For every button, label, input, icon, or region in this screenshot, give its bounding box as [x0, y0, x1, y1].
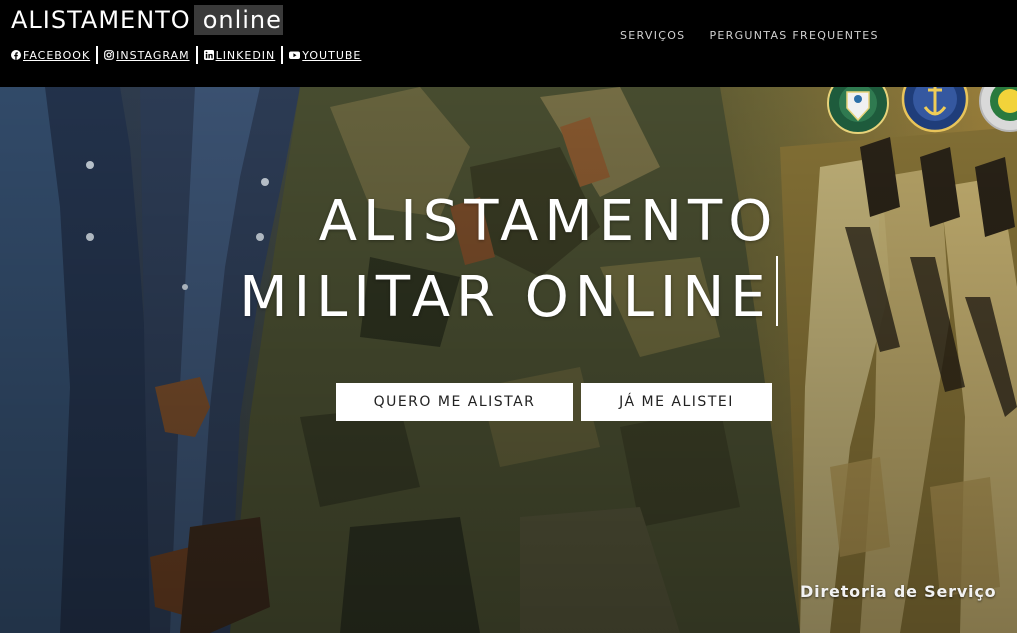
- hero-background-image: [0, 87, 1017, 633]
- youtube-link[interactable]: YOUTUBE: [289, 49, 361, 62]
- hero-title-line-1: ALISTAMENTO: [318, 189, 779, 254]
- navy-emblem-icon: [901, 87, 969, 133]
- nav-item-servicos[interactable]: SERVIÇOS: [620, 29, 685, 42]
- facebook-icon: [11, 50, 21, 60]
- hero-title-line-2: MILITAR ONLINE: [0, 256, 1017, 332]
- instagram-link[interactable]: INSTAGRAM: [104, 49, 189, 62]
- facebook-link[interactable]: FACEBOOK: [11, 49, 90, 62]
- hero-title-line-2-text: MILITAR ONLINE: [239, 265, 772, 330]
- nav-item-perguntas-frequentes[interactable]: PERGUNTAS FREQUENTES: [709, 29, 878, 42]
- top-navbar: ALISTAMENTO online FACEBOOK INSTAGRAM LIN…: [0, 0, 1017, 87]
- typing-cursor: [775, 256, 778, 326]
- main-nav: SERVIÇOS PERGUNTAS FREQUENTES: [620, 29, 879, 42]
- linkedin-label: LINKEDIN: [215, 48, 276, 62]
- instagram-icon: [104, 50, 115, 60]
- hero-section: [0, 87, 1017, 633]
- linkedin-icon: [203, 50, 214, 60]
- linkedin-link[interactable]: LINKEDIN: [203, 48, 276, 62]
- social-divider: [281, 46, 284, 64]
- youtube-icon: [289, 50, 301, 60]
- hero-title: ALISTAMENTO MILITAR ONLINE: [0, 188, 1017, 332]
- image-caption: Diretoria de Serviço: [800, 582, 997, 601]
- youtube-label: YOUTUBE: [302, 48, 362, 62]
- quero-me-alistar-button[interactable]: QUERO ME ALISTAR: [336, 383, 573, 421]
- site-logo[interactable]: ALISTAMENTO online: [11, 5, 283, 35]
- air-force-emblem-icon: [979, 87, 1017, 132]
- brand-main-text: ALISTAMENTO: [11, 6, 191, 34]
- instagram-label: INSTAGRAM: [116, 48, 190, 62]
- armed-forces-emblems: [827, 87, 1017, 134]
- army-emblem-icon: [827, 87, 889, 134]
- social-links: FACEBOOK INSTAGRAM LINKEDIN YOUTUBE: [11, 46, 361, 64]
- brand-sub-text: online: [193, 5, 283, 35]
- ja-me-alistei-button[interactable]: JÁ ME ALISTEI: [581, 383, 772, 421]
- social-divider: [96, 46, 99, 64]
- social-divider: [195, 46, 198, 64]
- facebook-label: FACEBOOK: [23, 48, 91, 62]
